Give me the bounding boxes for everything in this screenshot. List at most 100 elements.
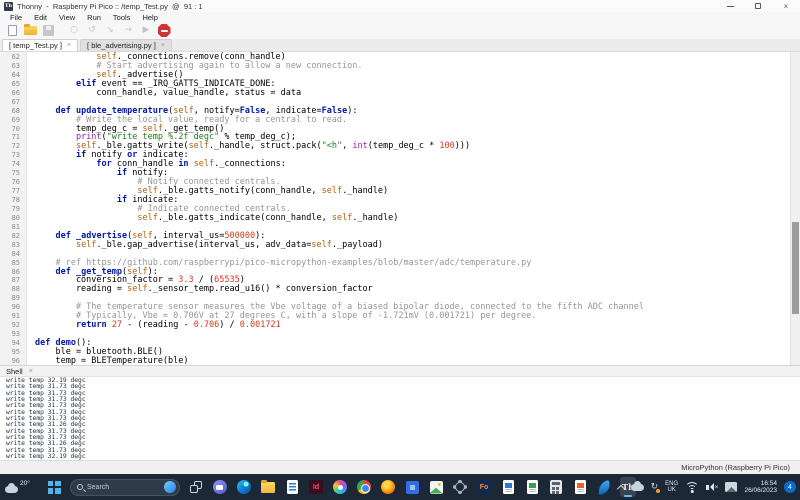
calc-doc-icon xyxy=(527,480,538,494)
refresh-icon[interactable]: ↻ xyxy=(651,483,659,492)
photo-tray-icon[interactable] xyxy=(725,482,737,492)
line-number: 82 xyxy=(0,232,27,241)
speaker-muted-icon[interactable]: × xyxy=(706,483,718,491)
editor-scrollbar[interactable] xyxy=(790,52,800,365)
indesign-button[interactable]: Id xyxy=(308,477,324,497)
notification-badge[interactable]: 4 xyxy=(784,481,796,493)
settings-button[interactable] xyxy=(452,477,468,497)
menu-item-run[interactable]: Run xyxy=(81,13,107,22)
save-button[interactable] xyxy=(41,24,55,38)
tray-chevron-icon[interactable] xyxy=(616,484,624,492)
weather-icon xyxy=(5,486,18,493)
code-area: 62 self._connections.remove(conn_handle)… xyxy=(0,53,790,365)
writer-doc-button[interactable] xyxy=(572,477,588,497)
blue-app-icon xyxy=(406,481,419,494)
chrome-icon xyxy=(357,480,371,494)
menu-item-file[interactable]: File xyxy=(4,13,28,22)
tab-close-icon[interactable]: × xyxy=(161,42,165,49)
photos-button[interactable] xyxy=(332,477,348,497)
run-button[interactable]: ○ xyxy=(67,24,81,38)
code-line: 96 temp = BLETemperature(ble) xyxy=(0,357,790,365)
close-button[interactable]: × xyxy=(772,0,800,12)
new-file-icon xyxy=(8,25,17,36)
calc-doc-button[interactable] xyxy=(524,477,540,497)
menu-item-edit[interactable]: Edit xyxy=(28,13,53,22)
title-bar: Th Thonny - Raspberry Pi Pico :: /temp_T… xyxy=(0,0,800,12)
wifi-icon[interactable] xyxy=(685,482,699,493)
image-editor-button[interactable] xyxy=(428,477,444,497)
line-number: 87 xyxy=(0,276,27,285)
weather-widget[interactable]: 20° xyxy=(5,474,30,500)
blue-app-button[interactable] xyxy=(404,477,420,497)
menu-item-view[interactable]: View xyxy=(53,13,81,22)
step-into-button[interactable]: → xyxy=(121,24,135,38)
menu-item-tools[interactable]: Tools xyxy=(107,13,137,22)
indesign-icon: Id xyxy=(309,480,323,494)
tab-label: [ temp_Test.py ] xyxy=(9,41,62,50)
scrollbar-thumb[interactable] xyxy=(792,222,799,314)
edge-icon xyxy=(237,480,251,494)
backend-indicator[interactable]: MicroPython (Raspberry Pi Pico) xyxy=(681,463,790,472)
taskbar-search[interactable]: Search xyxy=(70,479,180,496)
line-number: 94 xyxy=(0,339,27,348)
line-number: 78 xyxy=(0,196,27,205)
fo-app-button[interactable]: Fo xyxy=(476,477,492,497)
debug-button[interactable]: ↺ xyxy=(85,24,99,38)
line-number: 74 xyxy=(0,160,27,169)
line-number: 89 xyxy=(0,294,27,303)
line-number: 70 xyxy=(0,125,27,134)
shell-header[interactable]: Shell × xyxy=(0,365,800,377)
shell-close-icon[interactable]: × xyxy=(29,368,33,375)
calculator-button[interactable] xyxy=(548,477,564,497)
shell-output[interactable]: write temp 32.19 degcwrite temp 31.73 de… xyxy=(0,377,800,460)
line-number: 80 xyxy=(0,214,27,223)
chat-button[interactable] xyxy=(212,477,228,497)
new-file-button[interactable] xyxy=(5,24,19,38)
file-explorer-button[interactable] xyxy=(260,477,276,497)
line-number: 63 xyxy=(0,62,27,71)
firefox-icon xyxy=(381,480,395,494)
onedrive-cloud-icon[interactable] xyxy=(631,484,644,491)
windows-taskbar: 20° Search Id Fo xyxy=(0,474,800,500)
document-app-button[interactable] xyxy=(284,477,300,497)
language-indicator[interactable]: ENG UK xyxy=(665,481,678,494)
weather-temp: 20° xyxy=(20,480,30,487)
editor-tab-1[interactable]: [ ble_advertising.py ]× xyxy=(80,39,172,51)
line-number: 62 xyxy=(0,53,27,62)
code-editor[interactable]: 62 self._connections.remove(conn_handle)… xyxy=(0,52,800,365)
line-number: 90 xyxy=(0,303,27,312)
window-title: Thonny - Raspberry Pi Pico :: /temp_Test… xyxy=(17,2,203,11)
maximize-button[interactable] xyxy=(744,0,772,12)
minimize-icon xyxy=(727,6,734,7)
firefox-button[interactable] xyxy=(380,477,396,497)
menu-item-help[interactable]: Help xyxy=(136,13,163,22)
impress-doc-icon xyxy=(503,480,514,494)
edge-button[interactable] xyxy=(236,477,252,497)
tray-date: 26/06/2023 xyxy=(744,487,777,494)
line-number: 88 xyxy=(0,285,27,294)
tab-close-icon[interactable]: × xyxy=(67,42,71,49)
minimize-button[interactable] xyxy=(716,0,744,12)
impress-doc-button[interactable] xyxy=(500,477,516,497)
editor-tab-0[interactable]: [ temp_Test.py ] × xyxy=(2,39,78,51)
line-number: 71 xyxy=(0,133,27,142)
resume-button[interactable]: ▶ xyxy=(139,24,153,38)
code-line: 88 reading = self._sensor_temp.read_u16(… xyxy=(0,285,790,294)
step-over-button[interactable]: ↘ xyxy=(103,24,117,38)
lang-line2: UK xyxy=(667,487,675,493)
open-file-button[interactable] xyxy=(23,24,37,38)
photos-icon xyxy=(333,480,347,494)
stop-button[interactable] xyxy=(157,24,171,38)
wireshark-button[interactable] xyxy=(596,477,612,497)
clock[interactable]: 16:54 26/06/2023 xyxy=(744,480,777,494)
search-icon xyxy=(77,484,83,490)
line-number: 84 xyxy=(0,250,27,259)
start-button[interactable] xyxy=(46,477,62,497)
line-number: 68 xyxy=(0,107,27,116)
resume-icon: ▶ xyxy=(143,26,150,35)
system-tray: ↻ ENG UK × 16:54 26/06/2023 4 xyxy=(618,474,796,500)
task-view-button[interactable] xyxy=(188,477,204,497)
line-number: 72 xyxy=(0,142,27,151)
chrome-button[interactable] xyxy=(356,477,372,497)
line-number: 76 xyxy=(0,178,27,187)
